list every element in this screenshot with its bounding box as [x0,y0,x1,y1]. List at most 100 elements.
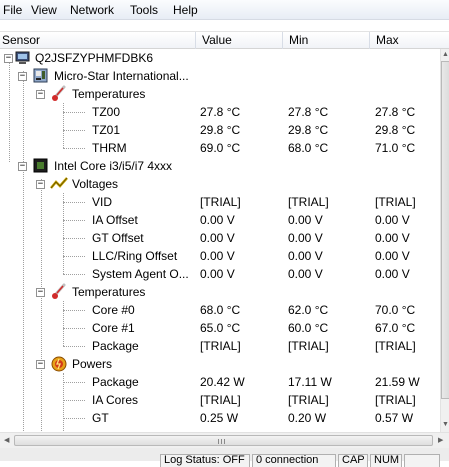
sensor-row[interactable]: Core #0 68.0 °C 62.0 °C 70.0 °C [0,301,440,319]
column-value[interactable]: Value [196,32,283,49]
expand-icon[interactable]: − [36,90,45,99]
tree-node-cpu[interactable]: − Intel Core i3/i5/i7 4xxx [0,157,440,175]
sensor-value: [TRIAL] [200,393,241,407]
tree-group-powers[interactable]: − Powers [0,355,440,373]
sensor-max: 71.0 °C [375,141,416,155]
computer-icon [15,51,30,64]
sensor-value: 0.00 V [200,267,235,281]
group-label: Powers [72,357,113,371]
sensor-value: [TRIAL] [200,339,241,353]
sensor-row[interactable]: GT 0.25 W 0.20 W 0.57 W [0,409,440,427]
sensor-name: Core #0 [92,303,135,317]
sensor-value: 0.00 V [200,213,235,227]
scroll-down-arrow-icon[interactable]: ▼ [442,421,449,428]
column-max[interactable]: Max [370,32,449,49]
sensor-value: 0.00 V [200,231,235,245]
menu-file[interactable]: File [3,3,22,17]
sensor-row[interactable]: TZ01 29.8 °C 29.8 °C 29.8 °C [0,121,440,139]
sensor-row[interactable]: Core #1 65.0 °C 60.0 °C 67.0 °C [0,319,440,337]
sensor-name: GT Offset [92,231,144,245]
scroll-right-arrow-icon[interactable]: ▶ [438,436,443,444]
sensor-min: 0.00 V [288,249,323,263]
expand-icon[interactable]: − [36,180,45,189]
sensor-row[interactable]: TZ00 27.8 °C 27.8 °C 27.8 °C [0,103,440,121]
sensor-value: 29.8 °C [200,123,241,137]
cpu-chip-icon [33,158,48,173]
sensor-name: Package [92,339,139,353]
sensor-row[interactable]: Package 20.42 W 17.11 W 21.59 W [0,373,440,391]
vertical-scroll-thumb[interactable] [441,61,449,399]
thermometer-icon [52,283,66,299]
computer-label: Q2JSFZYPHMFDBK6 [35,51,154,65]
expand-icon[interactable]: − [36,360,45,369]
column-min[interactable]: Min [283,32,370,49]
expand-icon[interactable]: − [18,72,27,81]
tree-group-voltages[interactable]: − Voltages [0,175,440,193]
sensor-min: 60.0 °C [288,321,329,335]
group-label: Voltages [72,177,119,191]
expand-icon[interactable]: − [36,288,45,297]
menu-view[interactable]: View [31,3,57,17]
sensor-min: [TRIAL] [288,393,329,407]
sensor-max: 21.59 W [375,375,420,389]
sensor-name: GT [92,411,109,425]
sensor-row[interactable]: THRM 69.0 °C 68.0 °C 71.0 °C [0,139,440,157]
horizontal-scrollbar[interactable]: ◀ ▶ [0,432,449,448]
group-label: Temperatures [72,285,146,299]
sensor-max: 70.0 °C [375,303,416,317]
scroll-up-arrow-icon[interactable]: ▲ [442,51,449,58]
tree-group-board-temperatures[interactable]: − Temperatures [0,85,440,103]
sensor-row[interactable]: System Agent O... 0.00 V 0.00 V 0.00 V [0,265,440,283]
vertical-scrollbar[interactable]: ▲ ▼ [440,49,449,432]
group-label: Temperatures [72,87,146,101]
sensor-max: 0.00 V [375,231,410,245]
sensor-max: [TRIAL] [375,393,416,407]
horizontal-scroll-thumb[interactable] [14,435,433,446]
sensor-value: [TRIAL] [200,195,241,209]
sensor-row[interactable]: GT Offset 0.00 V 0.00 V 0.00 V [0,229,440,247]
sensor-row[interactable]: LLC/Ring Offset 0.00 V 0.00 V 0.00 V [0,247,440,265]
menu-help[interactable]: Help [173,3,198,17]
column-sensor[interactable]: Sensor [0,32,196,49]
sensor-min: 68.0 °C [288,141,329,155]
sensor-min: 0.00 V [288,231,323,245]
status-bar: Log Status: OFF 0 connection CAP NUM [0,448,449,467]
sensor-name: TZ00 [92,105,121,119]
sensor-name: THRM [92,141,127,155]
tree-group-cpu-temperatures[interactable]: − Temperatures [0,283,440,301]
sensor-max: 27.8 °C [375,105,416,119]
sensor-min: 17.11 W [288,375,332,389]
scroll-left-arrow-icon[interactable]: ◀ [4,436,9,444]
sensor-min: 0.00 V [288,213,323,227]
sensor-row[interactable]: Package [TRIAL] [TRIAL] [TRIAL] [0,337,440,355]
expand-icon[interactable]: − [18,162,27,171]
expand-icon[interactable]: − [4,54,13,63]
sensor-name: IA Cores [92,393,139,407]
sensor-max: 0.00 V [375,267,410,281]
cpu-label: Intel Core i3/i5/i7 4xxx [54,159,173,173]
sensor-row[interactable]: IA Offset 0.00 V 0.00 V 0.00 V [0,211,440,229]
sensor-min: 0.20 W [288,411,327,425]
sensor-max: [TRIAL] [375,339,416,353]
sensor-name: VID [92,195,113,209]
sensor-value: 0.00 V [200,249,235,263]
sensor-max: 29.8 °C [375,123,416,137]
motherboard-icon [33,68,48,83]
sensor-name: Package [92,375,139,389]
sensor-min: [TRIAL] [288,339,329,353]
sensor-min: 29.8 °C [288,123,329,137]
menu-network[interactable]: Network [70,3,114,17]
sensor-row[interactable]: IA Cores [TRIAL] [TRIAL] [TRIAL] [0,391,440,409]
tree-node-computer[interactable]: − Q2JSFZYPHMFDBK6 [0,49,440,67]
sensor-row[interactable]: VID [TRIAL] [TRIAL] [TRIAL] [0,193,440,211]
sensor-min: 62.0 °C [288,303,329,317]
menu-tools[interactable]: Tools [130,3,158,17]
sensor-name: IA Offset [92,213,138,227]
sensor-name: TZ01 [92,123,121,137]
sensor-min: 27.8 °C [288,105,329,119]
sensor-value: 65.0 °C [200,321,241,335]
tree-node-board[interactable]: − Micro-Star International... [0,67,440,85]
sensor-name: LLC/Ring Offset [92,249,178,263]
sensor-min: [TRIAL] [288,195,329,209]
sensor-tree: − Q2JSFZYPHMFDBK6 − Micro-Star Internati… [0,49,440,432]
